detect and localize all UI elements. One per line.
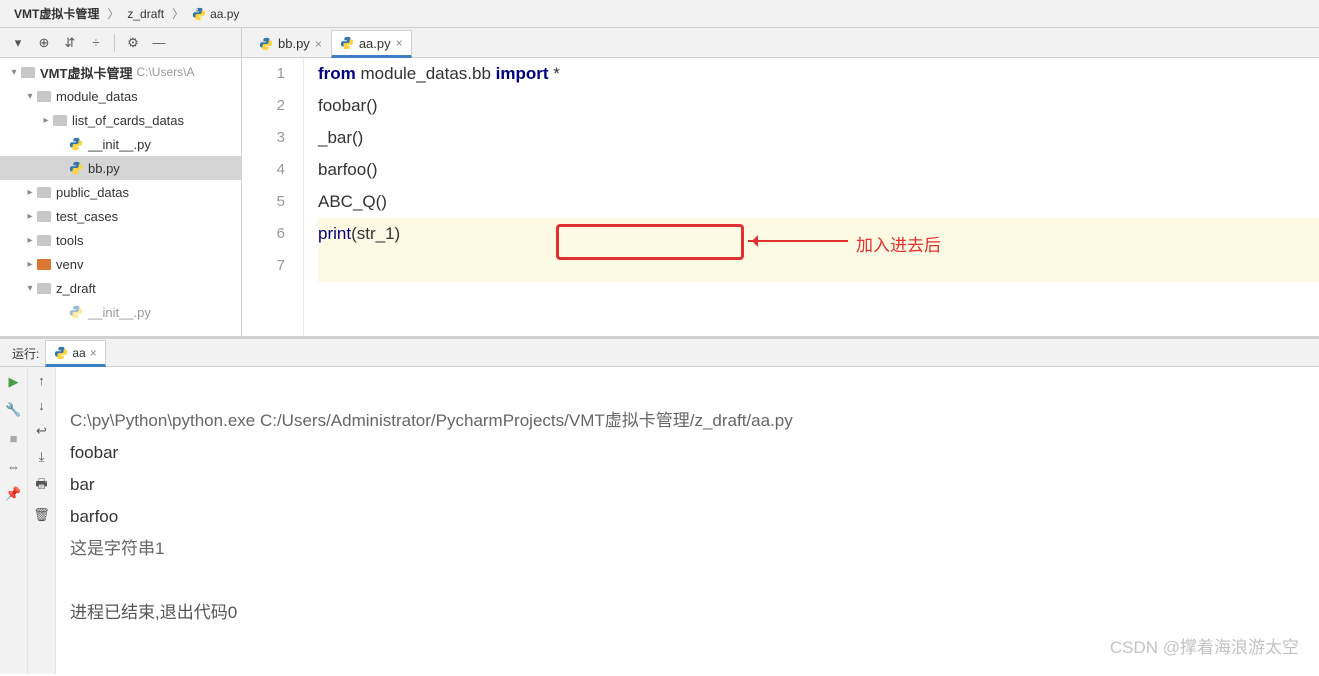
console-line: bar — [70, 475, 95, 494]
arrow-icon — [748, 240, 848, 242]
console-command: C:\py\Python\python.exe C:/Users/Adminis… — [70, 411, 793, 430]
soft-wrap-icon[interactable]: ↩ — [36, 423, 47, 439]
toolbar-divider — [114, 34, 115, 52]
tree-root[interactable]: ▾VMT虚拟卡管理C:\Users\A — [0, 60, 241, 84]
run-tab-label: aa — [72, 346, 85, 360]
editor-area: bb.py × aa.py × 1234567 from module_data… — [242, 28, 1319, 336]
tree-folder-module-datas[interactable]: ▾module_datas — [0, 84, 241, 108]
console-line: barfoo — [70, 507, 118, 526]
print-icon[interactable]: 🖶 — [35, 475, 47, 497]
code-editor[interactable]: 1234567 from module_datas.bb import * fo… — [242, 58, 1319, 336]
breadcrumb-folder[interactable]: z_draft — [121, 5, 170, 23]
tree-file-init[interactable]: __init__.py — [0, 132, 241, 156]
project-tree[interactable]: ▾VMT虚拟卡管理C:\Users\A ▾module_datas ▸list_… — [0, 58, 241, 336]
breadcrumb-root[interactable]: VMT虚拟卡管理 — [8, 3, 105, 24]
run-label: 运行: — [6, 341, 45, 366]
tree-folder-z-draft[interactable]: ▾z_draft — [0, 276, 241, 300]
console-line: 这是字符串1 — [70, 539, 164, 558]
python-file-icon — [192, 7, 206, 21]
up-arrow-icon[interactable]: ↑ — [38, 373, 45, 388]
run-header: 运行: aa × — [0, 339, 1319, 367]
collapse-button[interactable]: ÷ — [84, 31, 108, 55]
editor-tab-bb[interactable]: bb.py × — [250, 29, 331, 57]
pin-icon[interactable]: 📌 — [5, 485, 23, 503]
locate-button[interactable]: ⊕ — [32, 31, 56, 55]
tab-label: bb.py — [278, 36, 310, 51]
line-gutter: 1234567 — [242, 58, 304, 336]
run-tool-window: 运行: aa × ▶ 🔧 ■ ⇔ 📌 ↑ ↓ ↩ ⤓ 🖶 🗑 C:\py\Pyt… — [0, 336, 1319, 674]
console-line: foobar — [70, 443, 118, 462]
run-tab-aa[interactable]: aa × — [45, 340, 105, 367]
editor-tab-aa[interactable]: aa.py × — [331, 30, 412, 58]
tab-label: aa.py — [359, 36, 391, 51]
tree-file-bb[interactable]: bb.py — [0, 156, 241, 180]
annotation-text: 加入进去后 — [856, 230, 941, 262]
chevron-right-icon: 〉 — [107, 5, 119, 22]
editor-tab-bar: bb.py × aa.py × — [242, 28, 1319, 58]
close-icon[interactable]: × — [396, 36, 403, 50]
scroll-to-end-icon[interactable]: ⤓ — [39, 449, 45, 465]
tree-folder-public-datas[interactable]: ▸public_datas — [0, 180, 241, 204]
tree-file-init2[interactable]: __init__.py — [0, 300, 241, 324]
tree-folder-test-cases[interactable]: ▸test_cases — [0, 204, 241, 228]
run-secondary-toolbar: ↑ ↓ ↩ ⤓ 🖶 🗑 — [28, 367, 56, 674]
python-file-icon — [259, 37, 273, 51]
close-icon[interactable]: × — [90, 346, 97, 360]
rerun-button[interactable]: ▶ — [5, 373, 23, 391]
expand-button[interactable]: ⇵ — [58, 31, 82, 55]
settings-gear-icon[interactable]: ⚙ — [121, 31, 145, 55]
close-icon[interactable]: × — [315, 37, 322, 51]
trash-icon[interactable]: 🗑 — [33, 507, 50, 523]
hide-button[interactable]: — — [147, 31, 171, 55]
breadcrumb-file-label: aa.py — [210, 7, 239, 21]
console-exit-message: 进程已结束,退出代码0 — [70, 603, 237, 622]
python-file-icon — [54, 346, 68, 360]
layout-button[interactable]: ⇔ — [5, 457, 23, 475]
stop-button[interactable]: ■ — [5, 429, 23, 447]
code-content[interactable]: from module_datas.bb import * foobar() _… — [304, 58, 1319, 336]
wrench-icon[interactable]: 🔧 — [5, 401, 23, 419]
sidebar-toolbar: ▾ ⊕ ⇵ ÷ ⚙ — — [0, 28, 241, 58]
tree-folder-venv[interactable]: ▸venv — [0, 252, 241, 276]
tree-folder-tools[interactable]: ▸tools — [0, 228, 241, 252]
breadcrumb-file[interactable]: aa.py — [186, 5, 245, 23]
down-arrow-icon[interactable]: ↓ — [38, 398, 45, 413]
tree-folder-list-of-cards[interactable]: ▸list_of_cards_datas — [0, 108, 241, 132]
chevron-right-icon: 〉 — [172, 5, 184, 22]
breadcrumb: VMT虚拟卡管理 〉 z_draft 〉 aa.py — [0, 0, 1319, 28]
console-output[interactable]: C:\py\Python\python.exe C:/Users/Adminis… — [56, 367, 1319, 674]
project-sidebar: ▾ ⊕ ⇵ ÷ ⚙ — ▾VMT虚拟卡管理C:\Users\A ▾module_… — [0, 28, 242, 336]
project-dropdown-button[interactable]: ▾ — [6, 31, 30, 55]
run-primary-toolbar: ▶ 🔧 ■ ⇔ 📌 — [0, 367, 28, 674]
python-file-icon — [340, 36, 354, 50]
